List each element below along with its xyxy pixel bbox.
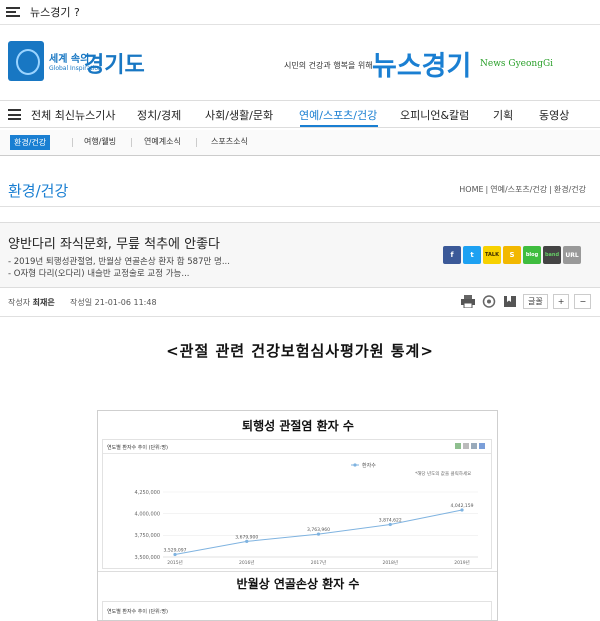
nav-active-indicator [300,125,378,127]
data-label: 3,763,960 [307,527,330,533]
legend-label: 환자수 [362,462,376,469]
sub-nav: 환경/건강 여행/웰빙 연예계소식 스포츠소식 [0,130,600,156]
print-icon[interactable] [460,295,476,309]
brand-logo[interactable]: 뉴스경기 [372,44,471,83]
scrap-icon[interactable] [481,295,497,309]
twitter-share-icon[interactable]: t [463,246,481,264]
blog-share-icon[interactable]: blog [523,246,541,264]
divider [98,571,497,572]
expand-icon[interactable] [479,443,485,449]
article-title: 양반다리 좌식문화, 무릎 척추에 안좋다 [8,237,221,252]
data-label: 3,679,900 [235,534,258,540]
section-title: 환경/건강 [8,182,69,200]
facebook-share-icon[interactable]: f [443,246,461,264]
font-increase-button[interactable]: + [552,294,570,309]
chart-section-title-2: 반월상 연골손상 환자 수 [236,577,360,591]
font-label: 글꼴 [523,294,548,309]
article-meta: 작성자 최재은 작성일 21-01-06 11:48 [8,297,157,308]
gyeonggi-name: 경기도 [84,53,145,78]
y-tick-label: 4,250,000 [135,490,160,496]
subnav-divider [72,138,73,147]
article-tools: 글꼴 + − [460,294,592,309]
breadcrumb-home[interactable]: HOME [459,185,483,194]
author-label: 작성자 [8,298,31,307]
bookmark-icon[interactable] [502,295,518,309]
chart-icon[interactable] [471,443,477,449]
nav-item-opinion[interactable]: 오피니언&칼럼 [400,107,469,123]
top-bar: 뉴스경기 ? [0,0,600,25]
chart-panel-2: 연도별 환자수 추이 (단위:명) [102,601,492,620]
excel-icon[interactable] [455,443,461,449]
line-chart: 환자수 *해당 년도의 값을 클릭하세요 4,250,000 4,000,000 3… [135,462,478,566]
date-label: 작성일 [70,298,93,307]
slogan: 시민의 건강과 행복을 위해 [284,61,373,70]
chart-hint: *해당 년도의 값을 클릭하세요 [415,470,471,477]
x-tick-label: 2016년 [239,559,255,566]
kakaotalk-share-icon[interactable]: TALK [483,246,501,264]
menu-icon[interactable] [6,7,20,17]
main-nav: 전체 최신뉴스기사 정치/경제 사회/생활/문화 연예/스포츠/건강 오피니언&… [0,100,600,128]
nav-item-all-news[interactable]: 전체 최신뉴스기사 [31,107,115,123]
y-tick-label: 3,500,000 [135,555,160,561]
y-tick-label: 4,000,000 [135,511,160,517]
font-decrease-button[interactable]: − [574,294,592,309]
data-label: 3,529,097 [164,547,187,553]
chart-panel: 연도별 환자수 추이 (단위:명) 환자수 *해당 년도의 값을 클릭하세요 4… [102,439,492,569]
gyeonggi-emblem-icon [8,41,44,81]
nav-item-society[interactable]: 사회/생활/문화 [205,107,273,123]
nav-item-entertainment[interactable]: 연예/스포츠/건강 [299,107,377,123]
url-copy-icon[interactable]: URL [563,246,581,264]
about-link[interactable]: 뉴스경기 ? [30,4,80,20]
nav-item-feature[interactable]: 기획 [493,107,513,123]
article-date: 21-01-06 11:48 [94,298,157,307]
chart-panel-title: 연도별 환자수 추이 (단위:명) [107,445,168,451]
divider [0,206,600,207]
x-tick-label: 2019년 [454,559,470,566]
data-label: 4,042,159 [451,503,474,509]
nav-item-video[interactable]: 동영상 [539,107,569,123]
breadcrumb-current[interactable]: 환경/건강 [554,185,586,194]
divider [103,453,491,454]
subnav-sports-news[interactable]: 스포츠소식 [211,136,248,147]
kakaostory-share-icon[interactable]: S [503,246,521,264]
summary-line-2: - O자형 다리(오다리) 내슬반 교정술로 교정 가능... [8,269,190,279]
subnav-environment[interactable]: 환경/건강 [10,135,51,150]
subnav-travel[interactable]: 여행/웰빙 [84,136,116,147]
divider [0,316,600,317]
stats-image: 퇴행성 관절염 환자 수 연도별 환자수 추이 (단위:명) 환자수 *해당 년… [97,410,498,621]
chart-section-title: 퇴행성 관절염 환자 수 [242,419,354,433]
data-label: 3,874,622 [379,518,402,524]
grid-icon[interactable] [463,443,469,449]
x-tick-label: 2015년 [167,559,183,566]
nav-item-politics[interactable]: 정치/경제 [137,107,181,123]
x-tick-label: 2017년 [311,559,327,566]
author-name: 최재은 [32,298,55,307]
y-tick-label: 3,750,000 [135,533,160,539]
legend-marker [353,463,357,467]
subnav-divider [131,138,132,147]
article-heading: <관절 관련 건강보험심사평가원 통계> [166,342,434,360]
chart-toolbar [455,443,485,449]
share-bar: f t TALK S blog band URL [443,246,581,264]
gyeonggi-logo[interactable]: 세계 속의 Global Inspiration 경기도 [8,39,158,83]
chart-panel-title-2: 연도별 환자수 추이 (단위:명) [107,609,168,615]
summary-line-1: - 2019년 퇴행성관절염, 반월상 연골손상 환자 합 587만 명... [8,257,230,267]
subnav-entertainment-news[interactable]: 연예계소식 [144,136,181,147]
x-tick-label: 2018년 [382,559,398,566]
breadcrumb: HOME | 연예/스포츠/건강 | 환경/건강 [459,185,586,194]
subnav-divider [196,138,197,147]
article-summary: - 2019년 퇴행성관절염, 반월상 연골손상 환자 합 587만 명... … [8,256,230,280]
all-menu-icon[interactable] [8,109,21,120]
breadcrumb-category[interactable]: 연예/스포츠/건강 [490,185,547,194]
band-share-icon[interactable]: band [543,246,561,264]
brand-english: News GyeongGi [480,59,554,69]
